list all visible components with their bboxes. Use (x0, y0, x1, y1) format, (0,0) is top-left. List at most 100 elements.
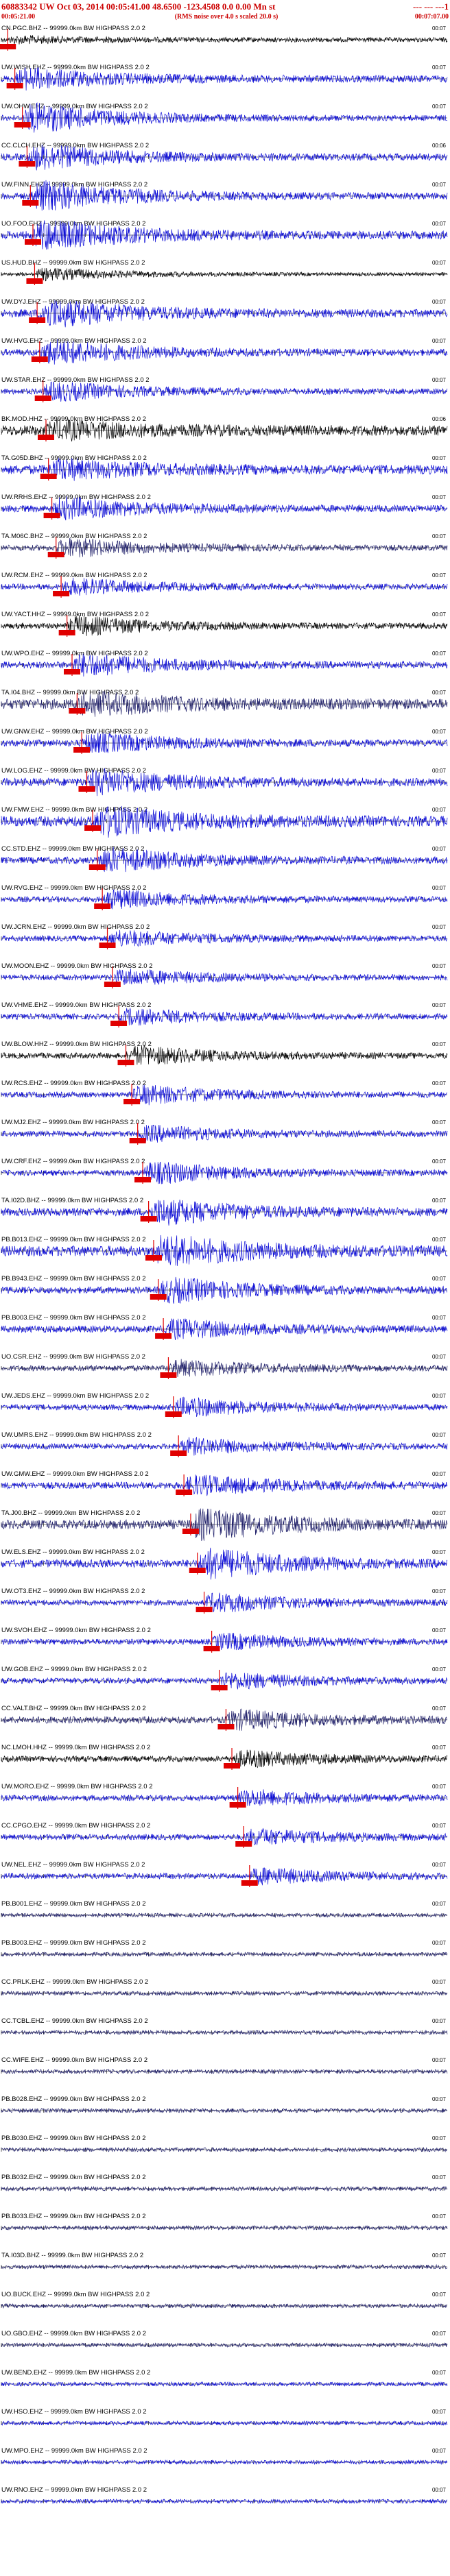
trace-label: UO.GBO.EHZ -- 99999.0km BW HIGHPASS 2.0 … (1, 2330, 146, 2337)
trace-label: NC.LMOH.HHZ -- 99999.0km BW HIGHPASS 2.0… (1, 1744, 150, 1751)
phase-pick-box (47, 552, 64, 557)
trace-time-tick: 00:07 (432, 377, 447, 383)
trace-label: US.HUD.BHZ -- 99999.0km BW HIGHPASS 2.0 … (1, 259, 145, 267)
trace-time-tick: 00:07 (432, 1198, 447, 1204)
trace-time-tick: 00:07 (432, 2252, 447, 2259)
trace-time-tick: 00:07 (432, 455, 447, 461)
phase-pick-box (29, 317, 46, 323)
trace-time-tick: 00:07 (432, 1588, 447, 1594)
phase-pick-box (58, 630, 75, 635)
phase-pick-box (26, 278, 43, 284)
trace-label: BK.MOD.HHZ -- 99999.0km BW HIGHPASS 2.0 … (1, 415, 146, 423)
phase-pick-box (241, 1880, 258, 1886)
trace-time-tick: 00:07 (432, 104, 447, 110)
noise-note-label: (RMS noise over 4.0 s scaled 20.0 s) (175, 13, 279, 21)
trace-label: CC.WIFE.EHZ -- 99999.0km BW HIGHPASS 2.0… (1, 2056, 147, 2064)
trace-label: PB.B032.EHZ -- 99999.0km BW HIGHPASS 2.0… (1, 2174, 146, 2181)
trace-label: UW.ELS.EHZ -- 99999.0km BW HIGHPASS 2.0 … (1, 1548, 145, 1556)
trace-label: UW.HSO.EHZ -- 99999.0km BW HIGHPASS 2.0 … (1, 2408, 147, 2416)
start-time-label: 00:05:21.00 (1, 13, 35, 21)
trace-label: TA.J00.BHZ -- 99999.0km BW HIGHPASS 2.0 … (1, 1509, 140, 1517)
trace-label: UW.RCM.EHZ -- 99999.0km BW HIGHPASS 2.0 … (1, 572, 147, 579)
trace-label: UW.UMRS.EHZ -- 99999.0km BW HIGHPASS 2.0… (1, 1431, 152, 1439)
trace-label: UW.RNO.EHZ -- 99999.0km BW HIGHPASS 2.0 … (1, 2486, 147, 2494)
trace-label: UW.STAR.EHZ -- 99999.0km BW HIGHPASS 2.0… (1, 376, 150, 384)
trace-label: PB.B028.EHZ -- 99999.0km BW HIGHPASS 2.0… (1, 2095, 146, 2103)
phase-pick-box (229, 1802, 246, 1808)
trace-time-tick: 00:06 (432, 416, 447, 422)
phase-pick-box (64, 669, 81, 675)
phase-pick-box (155, 1333, 172, 1339)
trace-label: TA.M06C.BHZ -- 99999.0km BW HIGHPASS 2.0… (1, 533, 147, 540)
phase-pick-box (22, 200, 39, 206)
phase-pick-box (182, 1529, 199, 1534)
trace-label: UW.FINN.EHZ -- 99999.0km BW HIGHPASS 2.0… (1, 181, 147, 189)
trace-label: PB.B001.EHZ -- 99999.0km BW HIGHPASS 2.0… (1, 1900, 146, 1908)
trace-time-tick: 00:07 (432, 1315, 447, 1321)
trace-time-tick: 00:07 (432, 1510, 447, 1516)
trace-time-tick: 00:07 (432, 1627, 447, 1633)
phase-pick-box (110, 1021, 128, 1026)
phase-pick-box (24, 239, 41, 245)
phase-pick-box (99, 943, 116, 948)
event-header-tail: --- --- ---1 (413, 1, 449, 12)
trace-time-tick: 00:07 (432, 1784, 447, 1790)
trace-label: UW.WPO.EHZ -- 99999.0km BW HIGHPASS 2.0 … (1, 650, 148, 657)
trace-time-tick: 00:07 (432, 25, 447, 32)
phase-pick-box (203, 1646, 220, 1651)
phase-pick-box (150, 1294, 167, 1300)
trace-label: UW.CRF.EHZ -- 99999.0km BW HIGHPASS 2.0 … (1, 1158, 145, 1165)
phase-pick-box (224, 1763, 241, 1769)
phase-pick-box (196, 1607, 213, 1612)
trace-label: CC.CLCH.EHZ -- 99999.0km BW HIGHPASS 2.0… (1, 142, 149, 149)
trace-label: UW.MOON.EHZ -- 99999.0km BW HIGHPASS 2.0… (1, 962, 153, 970)
trace-label: UW.GMW.EHZ -- 99999.0km BW HIGHPASS 2.0 … (1, 1470, 149, 1478)
trace-time-tick: 00:07 (432, 1862, 447, 1868)
phase-pick-box (0, 44, 16, 49)
trace-time-tick: 00:07 (432, 1940, 447, 1946)
trace-label: UW.OT3.EHZ -- 99999.0km BW HIGHPASS 2.0 … (1, 1588, 145, 1595)
trace-label: TA.I02D.BHZ -- 99999.0km BW HIGHPASS 2.0… (1, 1197, 143, 1204)
trace-label: UW.RRHS.EHZ -- 99999.0km BW HIGHPASS 2.0… (1, 494, 151, 501)
trace-time-tick: 00:07 (432, 2174, 447, 2180)
trace-time-tick: 00:07 (432, 182, 447, 188)
phase-pick-box (104, 982, 121, 987)
trace-time-tick: 00:07 (432, 533, 447, 539)
phase-pick-box (34, 396, 51, 401)
trace-time-tick: 00:07 (432, 1237, 447, 1243)
trace-label: UW.GNW.EHZ -- 99999.0km BW HIGHPASS 2.0 … (1, 728, 148, 736)
trace-time-tick: 00:07 (432, 729, 447, 735)
trace-time-tick: 00:07 (432, 924, 447, 930)
trace-label: TA.I03D.BHZ -- 99999.0km BW HIGHPASS 2.0… (1, 2252, 143, 2259)
trace-time-tick: 00:07 (432, 572, 447, 579)
trace-time-tick: 00:07 (432, 1666, 447, 1673)
phase-pick-box (43, 513, 60, 518)
trace-time-tick: 00:07 (432, 1354, 447, 1360)
trace-time-tick: 00:07 (432, 611, 447, 618)
trace-label: CN.PGC.BHZ -- 99999.0km BW HIGHPASS 2.0 … (1, 25, 145, 32)
trace-label: UO.CSR.EHZ -- 99999.0km BW HIGHPASS 2.0 … (1, 1353, 145, 1361)
seismogram-record-section: 60883342 UW Oct 03, 2014 00:05:41.00 48.… (0, 0, 450, 2576)
trace-label: UW.HVG.EHZ -- 99999.0km BW HIGHPASS 2.0 … (1, 337, 147, 345)
trace-time-tick: 00:07 (432, 1979, 447, 1985)
trace-label: UW.VHME.EHZ -- 99999.0km BW HIGHPASS 2.0… (1, 1001, 151, 1009)
phase-pick-box (31, 356, 48, 362)
trace-time-tick: 00:07 (432, 1745, 447, 1751)
trace-label: PB.B003.EHZ -- 99999.0km BW HIGHPASS 2.0… (1, 1314, 146, 1322)
trace-label: UW.MJ2.EHZ -- 99999.0km BW HIGHPASS 2.0 … (1, 1119, 145, 1126)
trace-label: UO.FOO.EHZ -- 99999.0km BW HIGHPASS 2.0 … (1, 220, 145, 228)
trace-time-tick: 00:06 (432, 143, 447, 149)
trace-label: PB.B030.EHZ -- 99999.0km BW HIGHPASS 2.0… (1, 2135, 146, 2142)
trace-label: UW.LOG.EHZ -- 99999.0km BW HIGHPASS 2.0 … (1, 767, 146, 775)
trace-time-tick: 00:07 (432, 2018, 447, 2024)
phase-pick-box (38, 435, 54, 440)
trace-time-tick: 00:07 (432, 846, 447, 852)
phase-pick-box (69, 708, 86, 714)
phase-pick-box (235, 1841, 252, 1847)
phase-pick-box (6, 83, 23, 88)
trace-label: UW.BEND.EHZ -- 99999.0km BW HIGHPASS 2.0… (1, 2369, 150, 2377)
trace-label: UW.WISH.EHZ -- 99999.0km BW HIGHPASS 2.0… (1, 64, 150, 71)
trace-time-tick: 00:07 (432, 651, 447, 657)
trace-time-tick: 00:07 (432, 1276, 447, 1282)
trace-label: TA.I04.BHZ -- 99999.0km BW HIGHPASS 2.0 … (1, 689, 139, 696)
